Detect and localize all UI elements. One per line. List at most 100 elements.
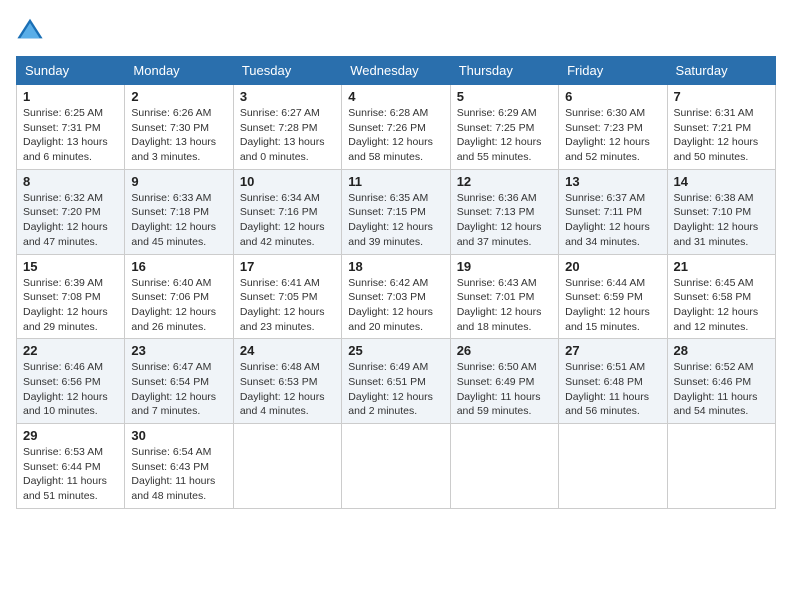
daylight-label: Daylight: 12 hours and 52 minutes. xyxy=(565,136,650,163)
calendar-cell: 7 Sunrise: 6:31 AM Sunset: 7:21 PM Dayli… xyxy=(667,85,775,170)
cell-content: Sunrise: 6:25 AM Sunset: 7:31 PM Dayligh… xyxy=(23,106,118,165)
cell-content: Sunrise: 6:44 AM Sunset: 6:59 PM Dayligh… xyxy=(565,276,660,335)
calendar-cell xyxy=(342,424,450,509)
sunset-label: Sunset: 6:51 PM xyxy=(348,376,426,388)
calendar-day-header: Wednesday xyxy=(342,57,450,85)
day-number: 16 xyxy=(131,259,226,274)
daylight-label: Daylight: 12 hours and 45 minutes. xyxy=(131,221,216,248)
sunset-label: Sunset: 7:21 PM xyxy=(674,122,752,134)
daylight-label: Daylight: 11 hours and 48 minutes. xyxy=(131,475,215,502)
calendar-cell: 29 Sunrise: 6:53 AM Sunset: 6:44 PM Dayl… xyxy=(17,424,125,509)
sunrise-label: Sunrise: 6:46 AM xyxy=(23,361,103,373)
calendar-cell: 28 Sunrise: 6:52 AM Sunset: 6:46 PM Dayl… xyxy=(667,339,775,424)
sunset-label: Sunset: 7:11 PM xyxy=(565,206,642,218)
daylight-label: Daylight: 12 hours and 29 minutes. xyxy=(23,306,108,333)
cell-content: Sunrise: 6:39 AM Sunset: 7:08 PM Dayligh… xyxy=(23,276,118,335)
calendar-cell: 2 Sunrise: 6:26 AM Sunset: 7:30 PM Dayli… xyxy=(125,85,233,170)
daylight-label: Daylight: 12 hours and 37 minutes. xyxy=(457,221,542,248)
day-number: 19 xyxy=(457,259,552,274)
day-number: 23 xyxy=(131,343,226,358)
sunrise-label: Sunrise: 6:47 AM xyxy=(131,361,211,373)
daylight-label: Daylight: 12 hours and 7 minutes. xyxy=(131,391,216,418)
cell-content: Sunrise: 6:36 AM Sunset: 7:13 PM Dayligh… xyxy=(457,191,552,250)
sunset-label: Sunset: 7:26 PM xyxy=(348,122,426,134)
calendar-cell: 21 Sunrise: 6:45 AM Sunset: 6:58 PM Dayl… xyxy=(667,254,775,339)
sunset-label: Sunset: 7:16 PM xyxy=(240,206,318,218)
sunset-label: Sunset: 7:30 PM xyxy=(131,122,209,134)
daylight-label: Daylight: 11 hours and 59 minutes. xyxy=(457,391,541,418)
sunset-label: Sunset: 6:58 PM xyxy=(674,291,752,303)
sunrise-label: Sunrise: 6:36 AM xyxy=(457,192,537,204)
sunrise-label: Sunrise: 6:34 AM xyxy=(240,192,320,204)
daylight-label: Daylight: 13 hours and 3 minutes. xyxy=(131,136,216,163)
calendar-week-row: 15 Sunrise: 6:39 AM Sunset: 7:08 PM Dayl… xyxy=(17,254,776,339)
daylight-label: Daylight: 12 hours and 20 minutes. xyxy=(348,306,433,333)
logo-icon xyxy=(16,16,44,44)
daylight-label: Daylight: 12 hours and 42 minutes. xyxy=(240,221,325,248)
sunset-label: Sunset: 7:10 PM xyxy=(674,206,752,218)
cell-content: Sunrise: 6:40 AM Sunset: 7:06 PM Dayligh… xyxy=(131,276,226,335)
daylight-label: Daylight: 12 hours and 55 minutes. xyxy=(457,136,542,163)
calendar-cell: 12 Sunrise: 6:36 AM Sunset: 7:13 PM Dayl… xyxy=(450,169,558,254)
cell-content: Sunrise: 6:50 AM Sunset: 6:49 PM Dayligh… xyxy=(457,360,552,419)
cell-content: Sunrise: 6:41 AM Sunset: 7:05 PM Dayligh… xyxy=(240,276,335,335)
sunrise-label: Sunrise: 6:40 AM xyxy=(131,277,211,289)
sunrise-label: Sunrise: 6:43 AM xyxy=(457,277,537,289)
calendar-cell: 20 Sunrise: 6:44 AM Sunset: 6:59 PM Dayl… xyxy=(559,254,667,339)
calendar-week-row: 1 Sunrise: 6:25 AM Sunset: 7:31 PM Dayli… xyxy=(17,85,776,170)
cell-content: Sunrise: 6:27 AM Sunset: 7:28 PM Dayligh… xyxy=(240,106,335,165)
day-number: 20 xyxy=(565,259,660,274)
calendar-week-row: 29 Sunrise: 6:53 AM Sunset: 6:44 PM Dayl… xyxy=(17,424,776,509)
calendar-day-header: Monday xyxy=(125,57,233,85)
sunset-label: Sunset: 7:31 PM xyxy=(23,122,101,134)
calendar-cell xyxy=(233,424,341,509)
calendar-cell: 3 Sunrise: 6:27 AM Sunset: 7:28 PM Dayli… xyxy=(233,85,341,170)
day-number: 2 xyxy=(131,89,226,104)
sunset-label: Sunset: 7:28 PM xyxy=(240,122,318,134)
day-number: 27 xyxy=(565,343,660,358)
daylight-label: Daylight: 12 hours and 34 minutes. xyxy=(565,221,650,248)
calendar-cell: 27 Sunrise: 6:51 AM Sunset: 6:48 PM Dayl… xyxy=(559,339,667,424)
calendar-cell xyxy=(667,424,775,509)
daylight-label: Daylight: 12 hours and 10 minutes. xyxy=(23,391,108,418)
cell-content: Sunrise: 6:48 AM Sunset: 6:53 PM Dayligh… xyxy=(240,360,335,419)
calendar-cell xyxy=(450,424,558,509)
calendar-cell: 17 Sunrise: 6:41 AM Sunset: 7:05 PM Dayl… xyxy=(233,254,341,339)
sunrise-label: Sunrise: 6:54 AM xyxy=(131,446,211,458)
calendar-day-header: Tuesday xyxy=(233,57,341,85)
cell-content: Sunrise: 6:52 AM Sunset: 6:46 PM Dayligh… xyxy=(674,360,769,419)
day-number: 18 xyxy=(348,259,443,274)
calendar-cell: 9 Sunrise: 6:33 AM Sunset: 7:18 PM Dayli… xyxy=(125,169,233,254)
calendar-cell: 16 Sunrise: 6:40 AM Sunset: 7:06 PM Dayl… xyxy=(125,254,233,339)
calendar-day-header: Thursday xyxy=(450,57,558,85)
calendar-cell: 1 Sunrise: 6:25 AM Sunset: 7:31 PM Dayli… xyxy=(17,85,125,170)
sunrise-label: Sunrise: 6:29 AM xyxy=(457,107,537,119)
sunrise-label: Sunrise: 6:48 AM xyxy=(240,361,320,373)
sunrise-label: Sunrise: 6:33 AM xyxy=(131,192,211,204)
daylight-label: Daylight: 12 hours and 4 minutes. xyxy=(240,391,325,418)
daylight-label: Daylight: 12 hours and 15 minutes. xyxy=(565,306,650,333)
day-number: 7 xyxy=(674,89,769,104)
sunrise-label: Sunrise: 6:39 AM xyxy=(23,277,103,289)
sunrise-label: Sunrise: 6:41 AM xyxy=(240,277,320,289)
calendar-cell: 10 Sunrise: 6:34 AM Sunset: 7:16 PM Dayl… xyxy=(233,169,341,254)
sunrise-label: Sunrise: 6:44 AM xyxy=(565,277,645,289)
sunset-label: Sunset: 7:15 PM xyxy=(348,206,426,218)
calendar-header-row: SundayMondayTuesdayWednesdayThursdayFrid… xyxy=(17,57,776,85)
daylight-label: Daylight: 12 hours and 26 minutes. xyxy=(131,306,216,333)
day-number: 24 xyxy=(240,343,335,358)
calendar-day-header: Friday xyxy=(559,57,667,85)
cell-content: Sunrise: 6:54 AM Sunset: 6:43 PM Dayligh… xyxy=(131,445,226,504)
daylight-label: Daylight: 12 hours and 50 minutes. xyxy=(674,136,759,163)
day-number: 13 xyxy=(565,174,660,189)
sunset-label: Sunset: 6:43 PM xyxy=(131,461,209,473)
day-number: 5 xyxy=(457,89,552,104)
calendar-week-row: 8 Sunrise: 6:32 AM Sunset: 7:20 PM Dayli… xyxy=(17,169,776,254)
sunrise-label: Sunrise: 6:27 AM xyxy=(240,107,320,119)
calendar-cell xyxy=(559,424,667,509)
sunrise-label: Sunrise: 6:38 AM xyxy=(674,192,754,204)
cell-content: Sunrise: 6:30 AM Sunset: 7:23 PM Dayligh… xyxy=(565,106,660,165)
calendar-day-header: Sunday xyxy=(17,57,125,85)
calendar-cell: 24 Sunrise: 6:48 AM Sunset: 6:53 PM Dayl… xyxy=(233,339,341,424)
sunset-label: Sunset: 7:20 PM xyxy=(23,206,101,218)
